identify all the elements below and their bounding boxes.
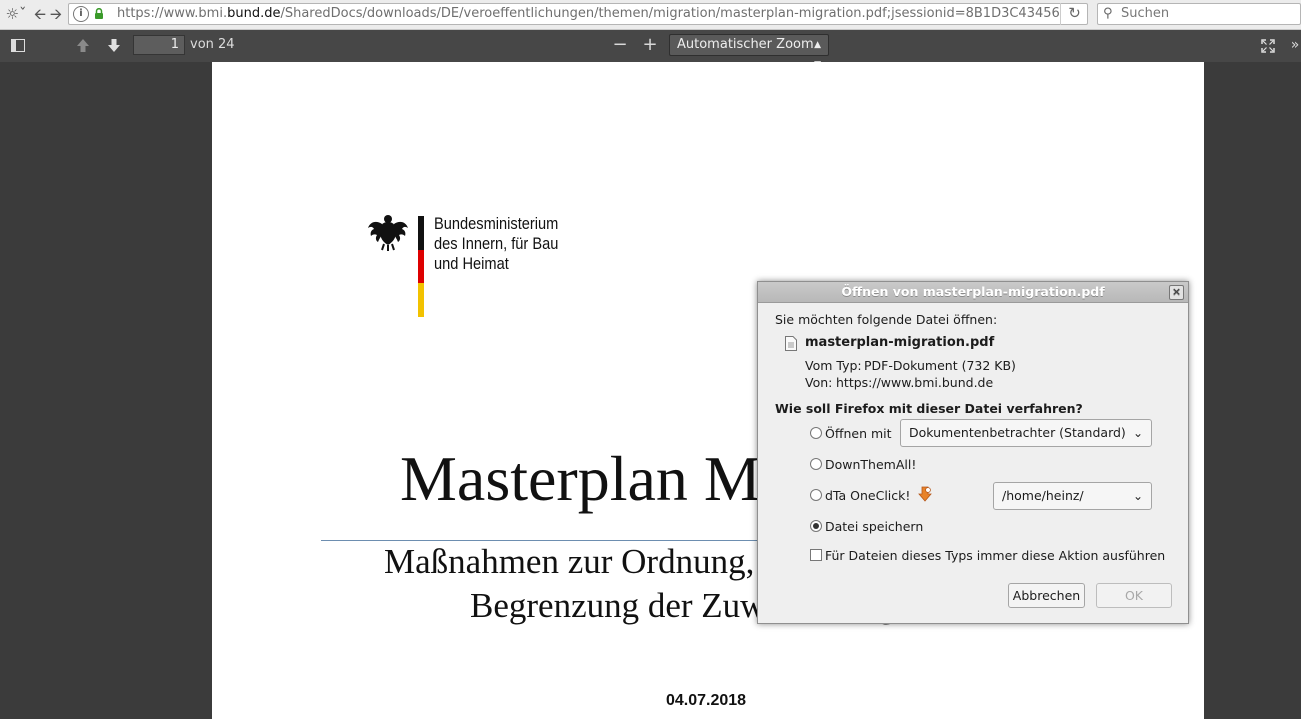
open-with-select[interactable]: Dokumentenbetrachter (Standard) ⌄ <box>900 419 1152 447</box>
document-file-icon <box>785 336 797 351</box>
ministry-line: und Heimat <box>434 254 509 273</box>
ministry-line: Bundesministerium <box>434 214 559 233</box>
dta-arrow-icon <box>918 486 932 502</box>
info-icon[interactable]: i <box>73 6 89 22</box>
forward-arrow-icon[interactable]: 🡪 <box>48 4 64 24</box>
next-page-icon[interactable] <box>107 38 121 53</box>
dta-folder-value: /home/heinz/ <box>1002 488 1084 503</box>
zoom-out-icon[interactable]: − <box>611 34 629 56</box>
chevron-down-icon: ⌄ <box>1132 426 1143 440</box>
radio-open-with[interactable] <box>810 427 822 439</box>
document-date: 04.07.2018 <box>666 692 747 709</box>
back-arrow-icon[interactable]: 🡨 <box>32 4 48 24</box>
dialog-question: Wie soll Firefox mit dieser Datei verfah… <box>775 401 1083 416</box>
dialog-title-text: Öffnen von masterplan-migration.pdf <box>841 284 1105 299</box>
page-count: von 24 <box>190 37 235 52</box>
radio-open-with-label[interactable]: Öffnen mit <box>825 426 892 441</box>
presentation-mode-icon[interactable] <box>1261 39 1275 53</box>
search-input[interactable]: ⚲ Suchen <box>1097 3 1301 25</box>
dialog-filename: masterplan-migration.pdf <box>805 335 995 350</box>
file-type-label: Vom Typ: <box>805 358 862 373</box>
tools-icon[interactable]: » <box>1289 37 1301 53</box>
radio-dta-oneclick[interactable] <box>810 489 822 501</box>
url-bar[interactable]: i https://www.bmi.bund.de/SharedDocs/dow… <box>68 3 1088 25</box>
file-source-label: Von: <box>805 375 833 390</box>
close-icon[interactable]: × <box>1169 285 1184 300</box>
zoom-select[interactable]: Automatischer Zoom ▲▼ <box>669 34 829 70</box>
file-type-value: PDF-Dokument (732 KB) <box>864 358 1016 373</box>
previous-page-icon[interactable] <box>76 38 90 53</box>
always-do-this-label[interactable]: Für Dateien dieses Typs immer diese Akti… <box>825 548 1165 563</box>
chevron-down-icon: ⌄ <box>1132 489 1143 503</box>
radio-dta-oneclick-label[interactable]: dTa OneClick! <box>825 488 910 503</box>
search-icon: ⚲ <box>1103 6 1113 21</box>
dialog-title: Öffnen von masterplan-migration.pdf × <box>758 282 1188 303</box>
history-icon[interactable]: ☼ˇ <box>3 4 29 24</box>
url-text: https://www.bmi.bund.de/SharedDocs/downl… <box>117 6 1061 21</box>
dialog-intro: Sie möchten folgende Datei öffnen: <box>775 312 998 327</box>
cancel-button[interactable]: Abbrechen <box>1008 583 1085 608</box>
radio-save-file[interactable] <box>810 520 822 532</box>
german-flag-bar <box>418 216 424 317</box>
radio-save-file-label[interactable]: Datei speichern <box>825 519 923 534</box>
page-number-input[interactable]: 1 <box>133 35 185 55</box>
browser-navbar: ☼ˇ 🡨 🡪 i https://www.bmi.bund.de/SharedD… <box>0 0 1301 30</box>
always-do-this-checkbox[interactable] <box>810 549 822 561</box>
lock-icon <box>95 8 103 19</box>
search-placeholder: Suchen <box>1121 6 1170 21</box>
reload-icon[interactable]: ↻ <box>1060 3 1088 25</box>
radio-downthemall[interactable] <box>810 458 822 470</box>
federal-eagle-icon <box>368 215 408 251</box>
ministry-line: des Innern, für Bau <box>434 234 559 253</box>
radio-downthemall-label[interactable]: DownThemAll! <box>825 457 916 472</box>
open-file-dialog: Öffnen von masterplan-migration.pdf × Si… <box>757 281 1189 624</box>
file-source-value: https://www.bmi.bund.de <box>836 375 994 390</box>
zoom-label: Automatischer Zoom <box>677 37 814 52</box>
zoom-in-icon[interactable]: + <box>641 34 659 56</box>
pdf-toolbar: 1 von 24 − + Automatischer Zoom ▲▼ » <box>0 30 1301 70</box>
open-with-value: Dokumentenbetrachter (Standard) <box>909 425 1126 440</box>
ministry-name: Bundesministerium des Innern, für Bau un… <box>434 214 558 274</box>
dta-folder-select[interactable]: /home/heinz/ ⌄ <box>993 482 1152 510</box>
sidebar-toggle-icon[interactable] <box>11 39 25 52</box>
ok-button[interactable]: OK <box>1096 583 1172 608</box>
